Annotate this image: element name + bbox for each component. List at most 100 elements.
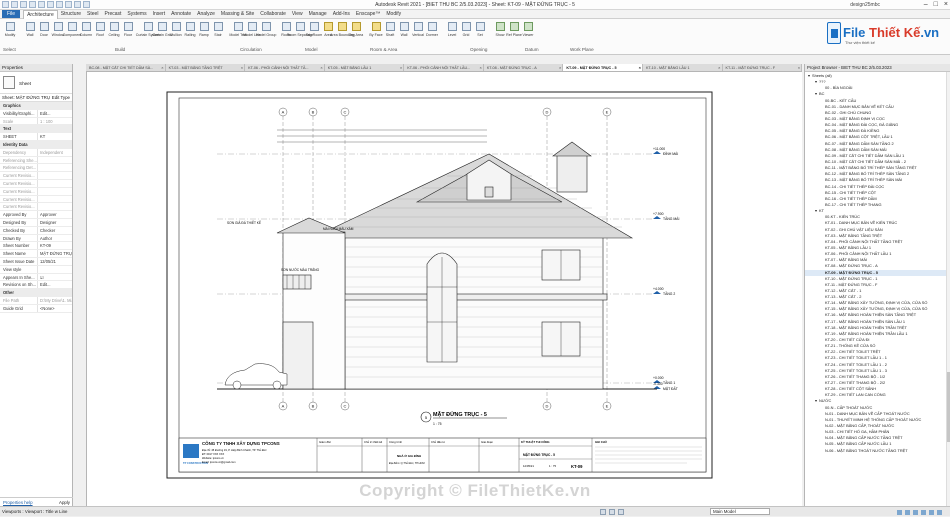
- tool-level-button[interactable]: Level: [445, 19, 459, 46]
- tool-wall-button[interactable]: Wall: [397, 19, 411, 46]
- browser-item[interactable]: N-06 - MẶT BẰNG THOÁT NƯỚC TẦNG TRỆT: [805, 448, 950, 454]
- worksets-icon[interactable]: [600, 509, 606, 515]
- tool-railing-button[interactable]: Railing: [183, 19, 197, 46]
- editable-only-icon[interactable]: [618, 509, 624, 515]
- tool-by-face-button[interactable]: By Face: [369, 19, 383, 46]
- browser-scrollbar[interactable]: [946, 72, 950, 506]
- select-by-face-icon[interactable]: [921, 509, 926, 515]
- tool-tag-area-button[interactable]: Tag Area: [349, 19, 363, 46]
- maximize-icon[interactable]: □: [934, 1, 938, 8]
- property-value[interactable]: MẶT ĐỨNG TRỤ...: [37, 250, 72, 257]
- ribbon-tab-modify[interactable]: Modify: [383, 10, 404, 18]
- tool-shaft-button[interactable]: Shaft: [383, 19, 397, 46]
- filter-icon[interactable]: [937, 509, 942, 515]
- property-value[interactable]: Edit...: [37, 109, 72, 117]
- tool-mullion-button[interactable]: Mullion: [169, 19, 183, 46]
- select-pinned-icon[interactable]: [913, 509, 918, 515]
- view-tab[interactable]: KT-09 - MẶT ĐỨNG TRỤC - 5: [563, 64, 643, 71]
- property-value[interactable]: Designer: [37, 218, 72, 226]
- view-tab[interactable]: KT-08 - MẶT ĐỨNG TRỤC - A: [484, 64, 564, 71]
- tag-area-icon: [351, 22, 361, 31]
- ribbon-tab-architecture[interactable]: Architecture: [23, 9, 58, 19]
- tool-curtain-grid-button[interactable]: Curtain Grid: [152, 19, 172, 46]
- tool-stair-button[interactable]: Stair: [211, 19, 225, 46]
- design-options-icon[interactable]: [609, 509, 615, 515]
- select-underlay-icon[interactable]: [905, 509, 910, 515]
- edit-type-button[interactable]: Edit Type: [52, 94, 70, 101]
- property-value[interactable]: [37, 265, 72, 273]
- title-block: TP CONSTRUCTION CÔNG TY TNHH XÂY DỰNG TP…: [178, 437, 707, 473]
- tool-set-button[interactable]: Set: [473, 19, 487, 46]
- property-value[interactable]: KT: [37, 133, 72, 140]
- ribbon-tab-add-ins[interactable]: Add-Ins: [330, 10, 353, 18]
- property-value[interactable]: <None>: [37, 304, 72, 312]
- property-value[interactable]: Edit...: [37, 281, 72, 289]
- tool-column-button[interactable]: Column: [79, 19, 93, 46]
- tool-ramp-button[interactable]: Ramp: [197, 19, 211, 46]
- tool-wall-button[interactable]: Wall: [23, 19, 37, 46]
- type-selector[interactable]: Sheet: [0, 72, 72, 94]
- select-links-icon[interactable]: [897, 509, 902, 515]
- ribbon-tab-analyze[interactable]: Analyze: [194, 10, 218, 18]
- view-tab[interactable]: KT-06 - PHỐI CẢNH NỘI THẤT TẦ...: [245, 64, 325, 71]
- property-value[interactable]: Checker: [37, 226, 72, 234]
- view-tab[interactable]: KT-03 - MẶT BẰNG TẦNG TRỆT: [166, 64, 246, 71]
- ribbon-tab-structure[interactable]: Structure: [58, 10, 84, 18]
- type-name: Sheet: [19, 81, 32, 86]
- property-value[interactable]: Approver: [37, 211, 72, 218]
- level-name: TẦNG 2: [663, 292, 675, 296]
- level-elevation: +7.900: [653, 212, 664, 216]
- property-value[interactable]: 12/05/21: [37, 257, 72, 265]
- ribbon-tab-insert[interactable]: Insert: [150, 10, 169, 18]
- tool-grid-button[interactable]: Grid: [459, 19, 473, 46]
- tool-door-button[interactable]: Door: [37, 19, 51, 46]
- tool-dormer-button[interactable]: Dormer: [425, 19, 439, 46]
- ribbon-tab-manage[interactable]: Manage: [306, 10, 330, 18]
- view-tab[interactable]: KT-10 - MẶT BẰNG LẦU 1: [643, 64, 723, 71]
- ribbon-tab-enscape[interactable]: Enscape™: [353, 10, 383, 18]
- view-tab[interactable]: KT-11 - MẶT ĐỨNG TRỤC - F: [723, 64, 803, 71]
- instance-selector[interactable]: Sheet: MẶT ĐỨNG TRỤ Edit Type: [0, 94, 72, 102]
- view-tab[interactable]: BC-08 - MẶT CẮT CHI TIẾT DẦM SÀ...: [86, 64, 166, 71]
- property-value[interactable]: ☑: [37, 273, 72, 281]
- property-category[interactable]: Other: [0, 289, 72, 297]
- ribbon-tab-massing-site[interactable]: Massing & Site: [218, 10, 257, 18]
- drag-elements-icon[interactable]: [929, 509, 934, 515]
- close-icon[interactable]: ×: [944, 1, 948, 8]
- tool-label: Column: [79, 33, 93, 37]
- tool-roof-button[interactable]: Roof: [93, 19, 107, 46]
- file-tab[interactable]: File: [2, 10, 21, 18]
- ribbon-tab-annotate[interactable]: Annotate: [168, 10, 194, 18]
- property-name: Referencing Det...: [3, 165, 36, 171]
- tool-floor-button[interactable]: Floor: [121, 19, 135, 46]
- tool-show-button[interactable]: Show: [493, 19, 507, 46]
- property-value[interactable]: Author: [37, 234, 72, 242]
- property-name: Dependency: [3, 149, 26, 155]
- tool-tag-room-button[interactable]: Tag Room: [306, 19, 322, 46]
- minimize-icon[interactable]: –: [924, 1, 928, 8]
- tool-ref-plane-button[interactable]: Ref Plane: [506, 19, 522, 46]
- property-value[interactable]: KT-09: [37, 242, 72, 250]
- ribbon-tab-view[interactable]: View: [289, 10, 306, 18]
- tool-component-button[interactable]: Component: [63, 19, 81, 46]
- tool-model-group-button[interactable]: Model Group: [256, 19, 276, 46]
- model-selector[interactable]: Main Model: [710, 508, 770, 515]
- property-category[interactable]: Identity Data: [0, 140, 72, 149]
- drawing-area[interactable]: A A B B C C D D E E +11.000 ĐỈNH MÁI +7.900 TẦNG MÁI…: [86, 72, 802, 506]
- tool-modify-button[interactable]: Modify: [3, 19, 17, 46]
- ribbon-tab-precast[interactable]: Precast: [101, 10, 124, 18]
- tool-vertical-button[interactable]: Vertical: [411, 19, 425, 46]
- property-category[interactable]: Text: [0, 125, 72, 134]
- view-tab[interactable]: KT-05 - MẶT BẰNG LẦU 1: [325, 64, 405, 71]
- tool-viewer-button[interactable]: Viewer: [521, 19, 535, 46]
- ribbon-tab-systems[interactable]: Systems: [124, 10, 149, 18]
- property-category[interactable]: Graphics: [0, 102, 72, 110]
- property-row: View style: [0, 265, 72, 274]
- view-tab[interactable]: KT-06 - PHỐI CẢNH NỘI THẤT LẦU...: [404, 64, 484, 71]
- ribbon-tab-collaborate[interactable]: Collaborate: [257, 10, 289, 18]
- tool-area-boundary-button[interactable]: Area Boundary: [330, 19, 354, 46]
- ribbon-tab-steel[interactable]: Steel: [84, 10, 101, 18]
- user-name[interactable]: design25mbc: [850, 2, 880, 8]
- tool-ceiling-button[interactable]: Ceiling: [107, 19, 121, 46]
- ribbon-group-model: Model: [305, 47, 318, 52]
